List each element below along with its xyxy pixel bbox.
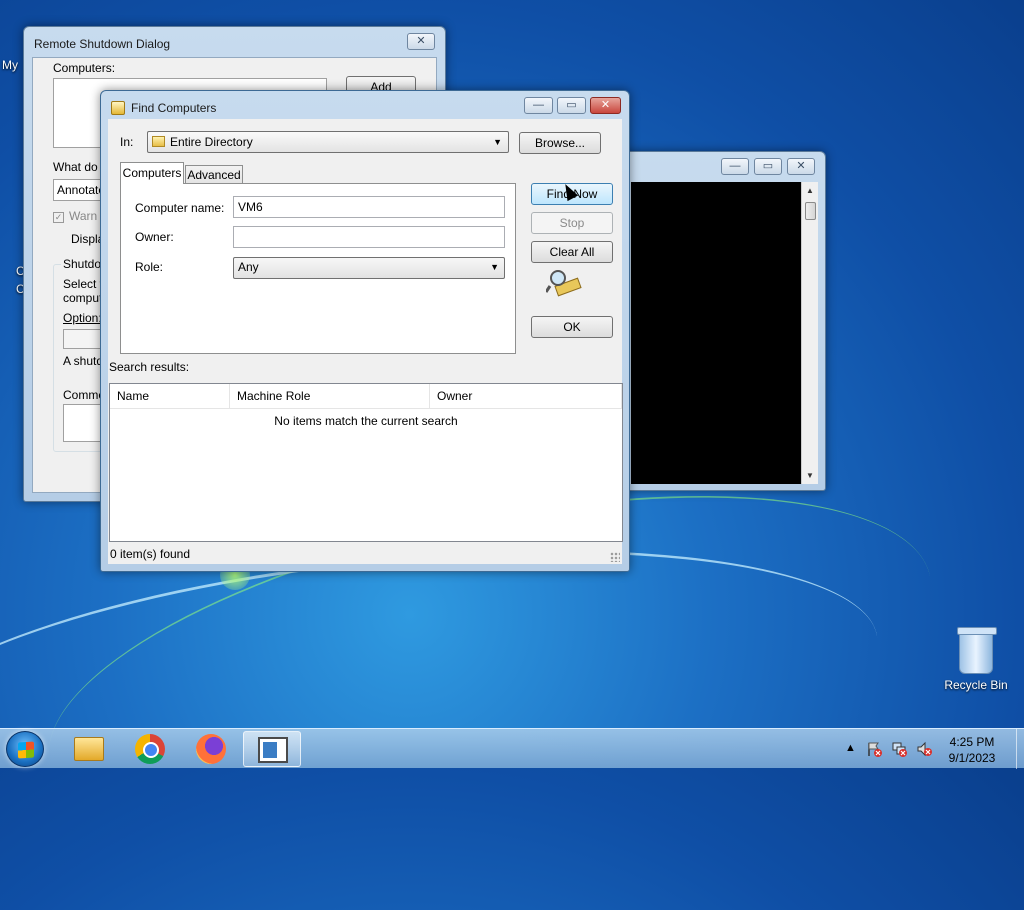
- window-title: Remote Shutdown Dialog: [34, 37, 171, 51]
- computer-name-label: Computer name:: [135, 201, 225, 215]
- what-label: What do y: [53, 160, 108, 174]
- search-results-label: Search results:: [109, 360, 190, 374]
- find-computers-window[interactable]: Find Computers — ▭ ✕ In: Entire Director…: [100, 90, 630, 572]
- minimize-button[interactable]: —: [524, 97, 553, 114]
- close-button[interactable]: ✕: [590, 97, 621, 114]
- header-divider: [110, 408, 622, 409]
- scroll-thumb[interactable]: [805, 202, 816, 220]
- option-select[interactable]: [63, 329, 103, 349]
- search-magnifier-icon: [546, 270, 582, 297]
- ok-button[interactable]: OK: [531, 316, 613, 338]
- recycle-bin-icon[interactable]: Recycle Bin: [940, 627, 1012, 692]
- minimize-button[interactable]: —: [721, 158, 749, 175]
- system-clock[interactable]: 4:25 PM 9/1/2023: [930, 734, 1014, 766]
- computers-label: Computers:: [53, 61, 116, 75]
- console-window[interactable]: — ▭ ✕ ▲ ▼: [622, 151, 826, 491]
- role-label: Role:: [135, 260, 164, 274]
- window-title: Find Computers: [131, 101, 217, 115]
- scroll-down-icon[interactable]: ▼: [806, 471, 814, 480]
- scope-value: Entire Directory: [170, 135, 253, 149]
- clear-all-button[interactable]: Clear All: [531, 241, 613, 263]
- firefox-icon: [196, 734, 226, 764]
- network-icon[interactable]: [891, 741, 907, 757]
- in-label: In:: [120, 135, 134, 149]
- taskbar-remote-shutdown-button[interactable]: [243, 731, 301, 767]
- status-bar-text: 0 item(s) found: [110, 547, 191, 561]
- dialog-body: In: Entire Directory ▼ Browse... Compute…: [108, 119, 623, 564]
- chrome-icon: [135, 734, 165, 764]
- scope-dropdown[interactable]: Entire Directory ▼: [147, 131, 509, 153]
- owner-input[interactable]: [233, 226, 505, 248]
- taskbar-explorer-button[interactable]: [60, 731, 118, 767]
- warn-checkbox-row[interactable]: ✓ Warn: [53, 209, 97, 223]
- close-button[interactable]: ✕: [787, 158, 815, 175]
- comment-input[interactable]: [63, 404, 103, 442]
- find-computers-icon: [111, 101, 125, 115]
- recycle-bin-label: Recycle Bin: [944, 678, 1008, 692]
- tab-computers[interactable]: Computers: [120, 162, 184, 184]
- console-screen[interactable]: [631, 182, 801, 484]
- chevron-down-icon: ▼: [490, 262, 499, 272]
- console-scrollbar[interactable]: ▲ ▼: [801, 182, 818, 484]
- role-value: Any: [238, 260, 259, 274]
- role-dropdown[interactable]: Any ▼: [233, 257, 505, 279]
- show-hidden-icons-chevron[interactable]: ▲: [845, 742, 856, 754]
- tab-advanced[interactable]: Advanced: [185, 165, 243, 184]
- empty-results-message: No items match the current search: [274, 414, 458, 428]
- show-desktop-button[interactable]: [1016, 729, 1024, 769]
- column-header-name[interactable]: Name: [110, 384, 230, 408]
- desktop-icon-label[interactable]: My: [2, 58, 18, 72]
- close-button[interactable]: ✕: [407, 33, 435, 50]
- folder-icon: [152, 136, 165, 147]
- taskbar-chrome-button[interactable]: [121, 731, 179, 767]
- resize-grip[interactable]: [610, 552, 620, 562]
- folder-icon: [74, 737, 104, 761]
- warn-checkbox[interactable]: ✓: [53, 212, 64, 223]
- column-header-machine-role[interactable]: Machine Role: [230, 384, 430, 408]
- taskbar: ▲ 4:25 PM 9/1/2023: [0, 728, 1024, 769]
- computer-name-input[interactable]: VM6: [233, 196, 505, 218]
- application-icon: [258, 737, 288, 763]
- taskbar-firefox-button[interactable]: [182, 731, 240, 767]
- owner-label: Owner:: [135, 230, 174, 244]
- browse-button[interactable]: Browse...: [519, 132, 601, 154]
- clock-time: 4:25 PM: [949, 735, 995, 749]
- clock-date: 9/1/2023: [948, 751, 996, 765]
- start-button[interactable]: [6, 731, 44, 767]
- scroll-up-icon[interactable]: ▲: [806, 186, 814, 195]
- column-header-owner[interactable]: Owner: [430, 384, 622, 408]
- maximize-button[interactable]: ▭: [557, 97, 586, 114]
- results-list[interactable]: Name Machine Role Owner No items match t…: [109, 383, 623, 542]
- maximize-button[interactable]: ▭: [754, 158, 782, 175]
- chevron-down-icon: ▼: [493, 137, 502, 147]
- action-center-flag-icon[interactable]: [866, 741, 882, 757]
- option-label: Option:: [63, 311, 102, 325]
- tab-panel: Computer name: VM6 Owner: Role: Any ▼: [120, 183, 516, 354]
- recycle-bin-graphic: [957, 627, 997, 674]
- stop-button: Stop: [531, 212, 613, 234]
- windows-logo-icon: [18, 741, 34, 759]
